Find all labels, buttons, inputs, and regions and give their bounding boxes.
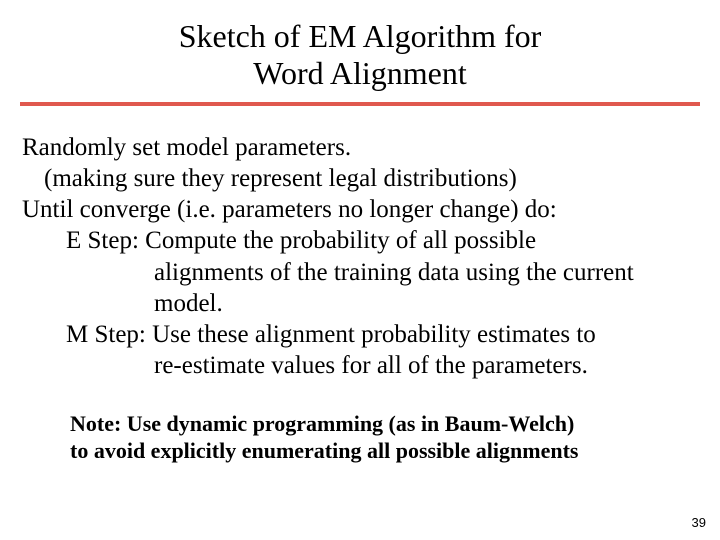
body-line: re-estimate values for all of the parame… xyxy=(22,350,698,381)
body-line: (making sure they represent legal distri… xyxy=(22,163,698,194)
body-line-m-step: M Step: Use these alignment probability … xyxy=(22,319,698,350)
title-line-1: Sketch of EM Algorithm for xyxy=(0,18,720,55)
slide-note: Note: Use dynamic programming (as in Bau… xyxy=(0,382,720,465)
body-line: Until converge (i.e. parameters no longe… xyxy=(22,194,698,225)
page-number: 39 xyxy=(692,515,706,530)
note-line: Note: Use dynamic programming (as in Bau… xyxy=(70,410,650,438)
slide-body: Randomly set model parameters. (making s… xyxy=(0,106,720,382)
note-line: to avoid explicitly enumerating all poss… xyxy=(70,437,650,465)
body-line: alignments of the training data using th… xyxy=(22,257,698,288)
body-line: model. xyxy=(22,288,698,319)
title-line-2: Word Alignment xyxy=(0,55,720,92)
slide-title: Sketch of EM Algorithm for Word Alignmen… xyxy=(0,0,720,92)
body-line: Randomly set model parameters. xyxy=(22,132,698,163)
body-line-e-step: E Step: Compute the probability of all p… xyxy=(22,225,698,256)
slide: Sketch of EM Algorithm for Word Alignmen… xyxy=(0,0,720,540)
